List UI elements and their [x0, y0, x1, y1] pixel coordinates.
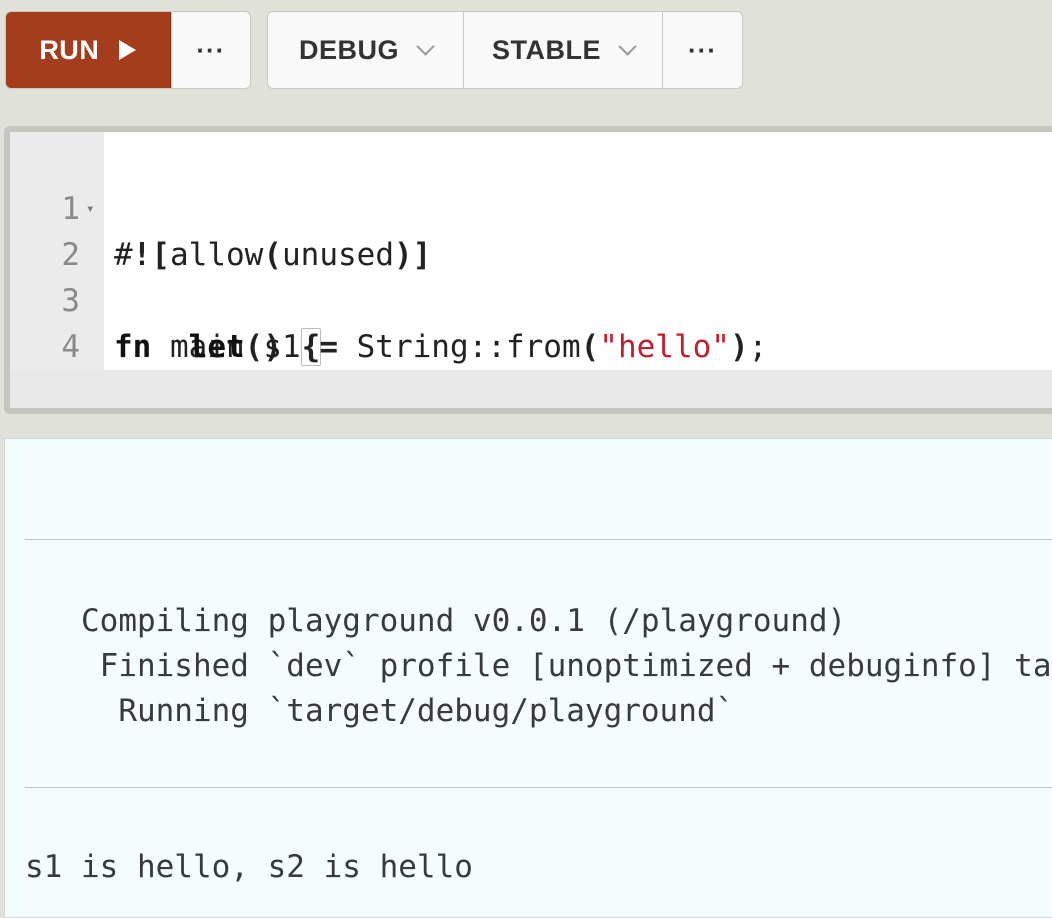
- output-panel: Compiling playground v0.0.1 (/playground…: [4, 438, 1052, 918]
- code-line: 4 let s2 = &s1;: [10, 278, 1052, 408]
- play-icon: [119, 40, 137, 60]
- run-button-group: RUN ···: [5, 11, 251, 89]
- config-more-button[interactable]: ···: [662, 12, 742, 88]
- run-button[interactable]: RUN: [6, 12, 171, 88]
- compiler-output: Compiling playground v0.0.1 (/playground…: [25, 599, 1052, 734]
- compiler-line: Running `target/debug/playground`: [25, 693, 735, 729]
- output-divider: [25, 539, 1052, 540]
- output-divider: [25, 787, 1052, 788]
- more-icon: ···: [196, 34, 226, 65]
- compiler-line: Compiling playground v0.0.1 (/playground…: [25, 603, 847, 639]
- code-line: 2 ▾ fn main() {: [10, 186, 1052, 366]
- run-more-button[interactable]: ···: [170, 12, 250, 88]
- channel-label: STABLE: [492, 34, 601, 65]
- more-icon: ···: [688, 34, 717, 65]
- build-mode-label: DEBUG: [298, 34, 399, 65]
- code-editor[interactable]: 1 #![allow(unused)] 2 ▾ fn main() { 3 le…: [4, 126, 1052, 414]
- program-output: s1 is hello, s2 is hello: [25, 849, 473, 885]
- chevron-down-icon: [416, 36, 435, 56]
- compiler-line: Finished `dev` profile [unoptimized + de…: [99, 648, 1052, 684]
- code-line: 3 let s1 = String::from("hello");: [10, 232, 1052, 365]
- code-line: 1 #![allow(unused)]: [10, 140, 1052, 273]
- build-mode-dropdown[interactable]: DEBUG: [268, 12, 463, 88]
- chevron-down-icon: [618, 36, 637, 56]
- code-line-active: 6 }: [10, 370, 1052, 408]
- fold-arrow-icon[interactable]: ▾: [86, 186, 94, 232]
- toolbar: RUN ··· DEBUG STABLE ···: [0, 0, 1052, 108]
- channel-dropdown[interactable]: STABLE: [463, 12, 662, 88]
- code-line: 5 println!("s1 is {}, s2 is {}", s1, s2)…: [10, 324, 1052, 408]
- run-label: RUN: [39, 34, 100, 65]
- config-button-group: DEBUG STABLE ···: [267, 11, 743, 89]
